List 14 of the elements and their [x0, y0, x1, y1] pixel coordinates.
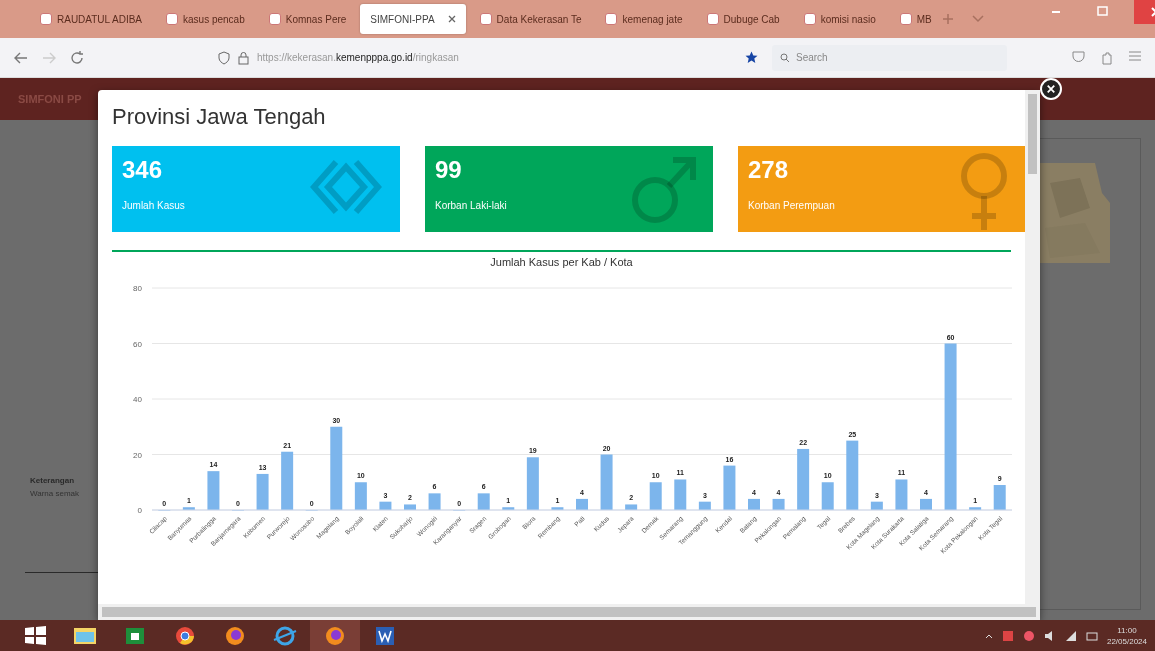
axis-tick-label: 80	[133, 284, 142, 293]
axis-tick-label: 40	[133, 395, 142, 404]
modal-title: Provinsi Jawa Tengah	[112, 104, 326, 130]
stat-value: 99	[435, 156, 462, 184]
chart-title: Jumlah Kasus per Kab / Kota	[490, 256, 633, 268]
stat-label: Korban Perempuan	[748, 200, 835, 211]
axis-tick-label: 20	[133, 450, 142, 460]
axis-tick-label: 0	[137, 506, 142, 515]
stat-label: Korban Laki-laki	[435, 200, 507, 211]
stat-value: 346	[122, 156, 163, 184]
stat-label: Jumlah Kasus	[122, 200, 185, 211]
stat-value: 278	[748, 156, 789, 184]
axis-tick-label: 60	[133, 339, 142, 349]
legend-title: Keterangan	[30, 476, 75, 485]
